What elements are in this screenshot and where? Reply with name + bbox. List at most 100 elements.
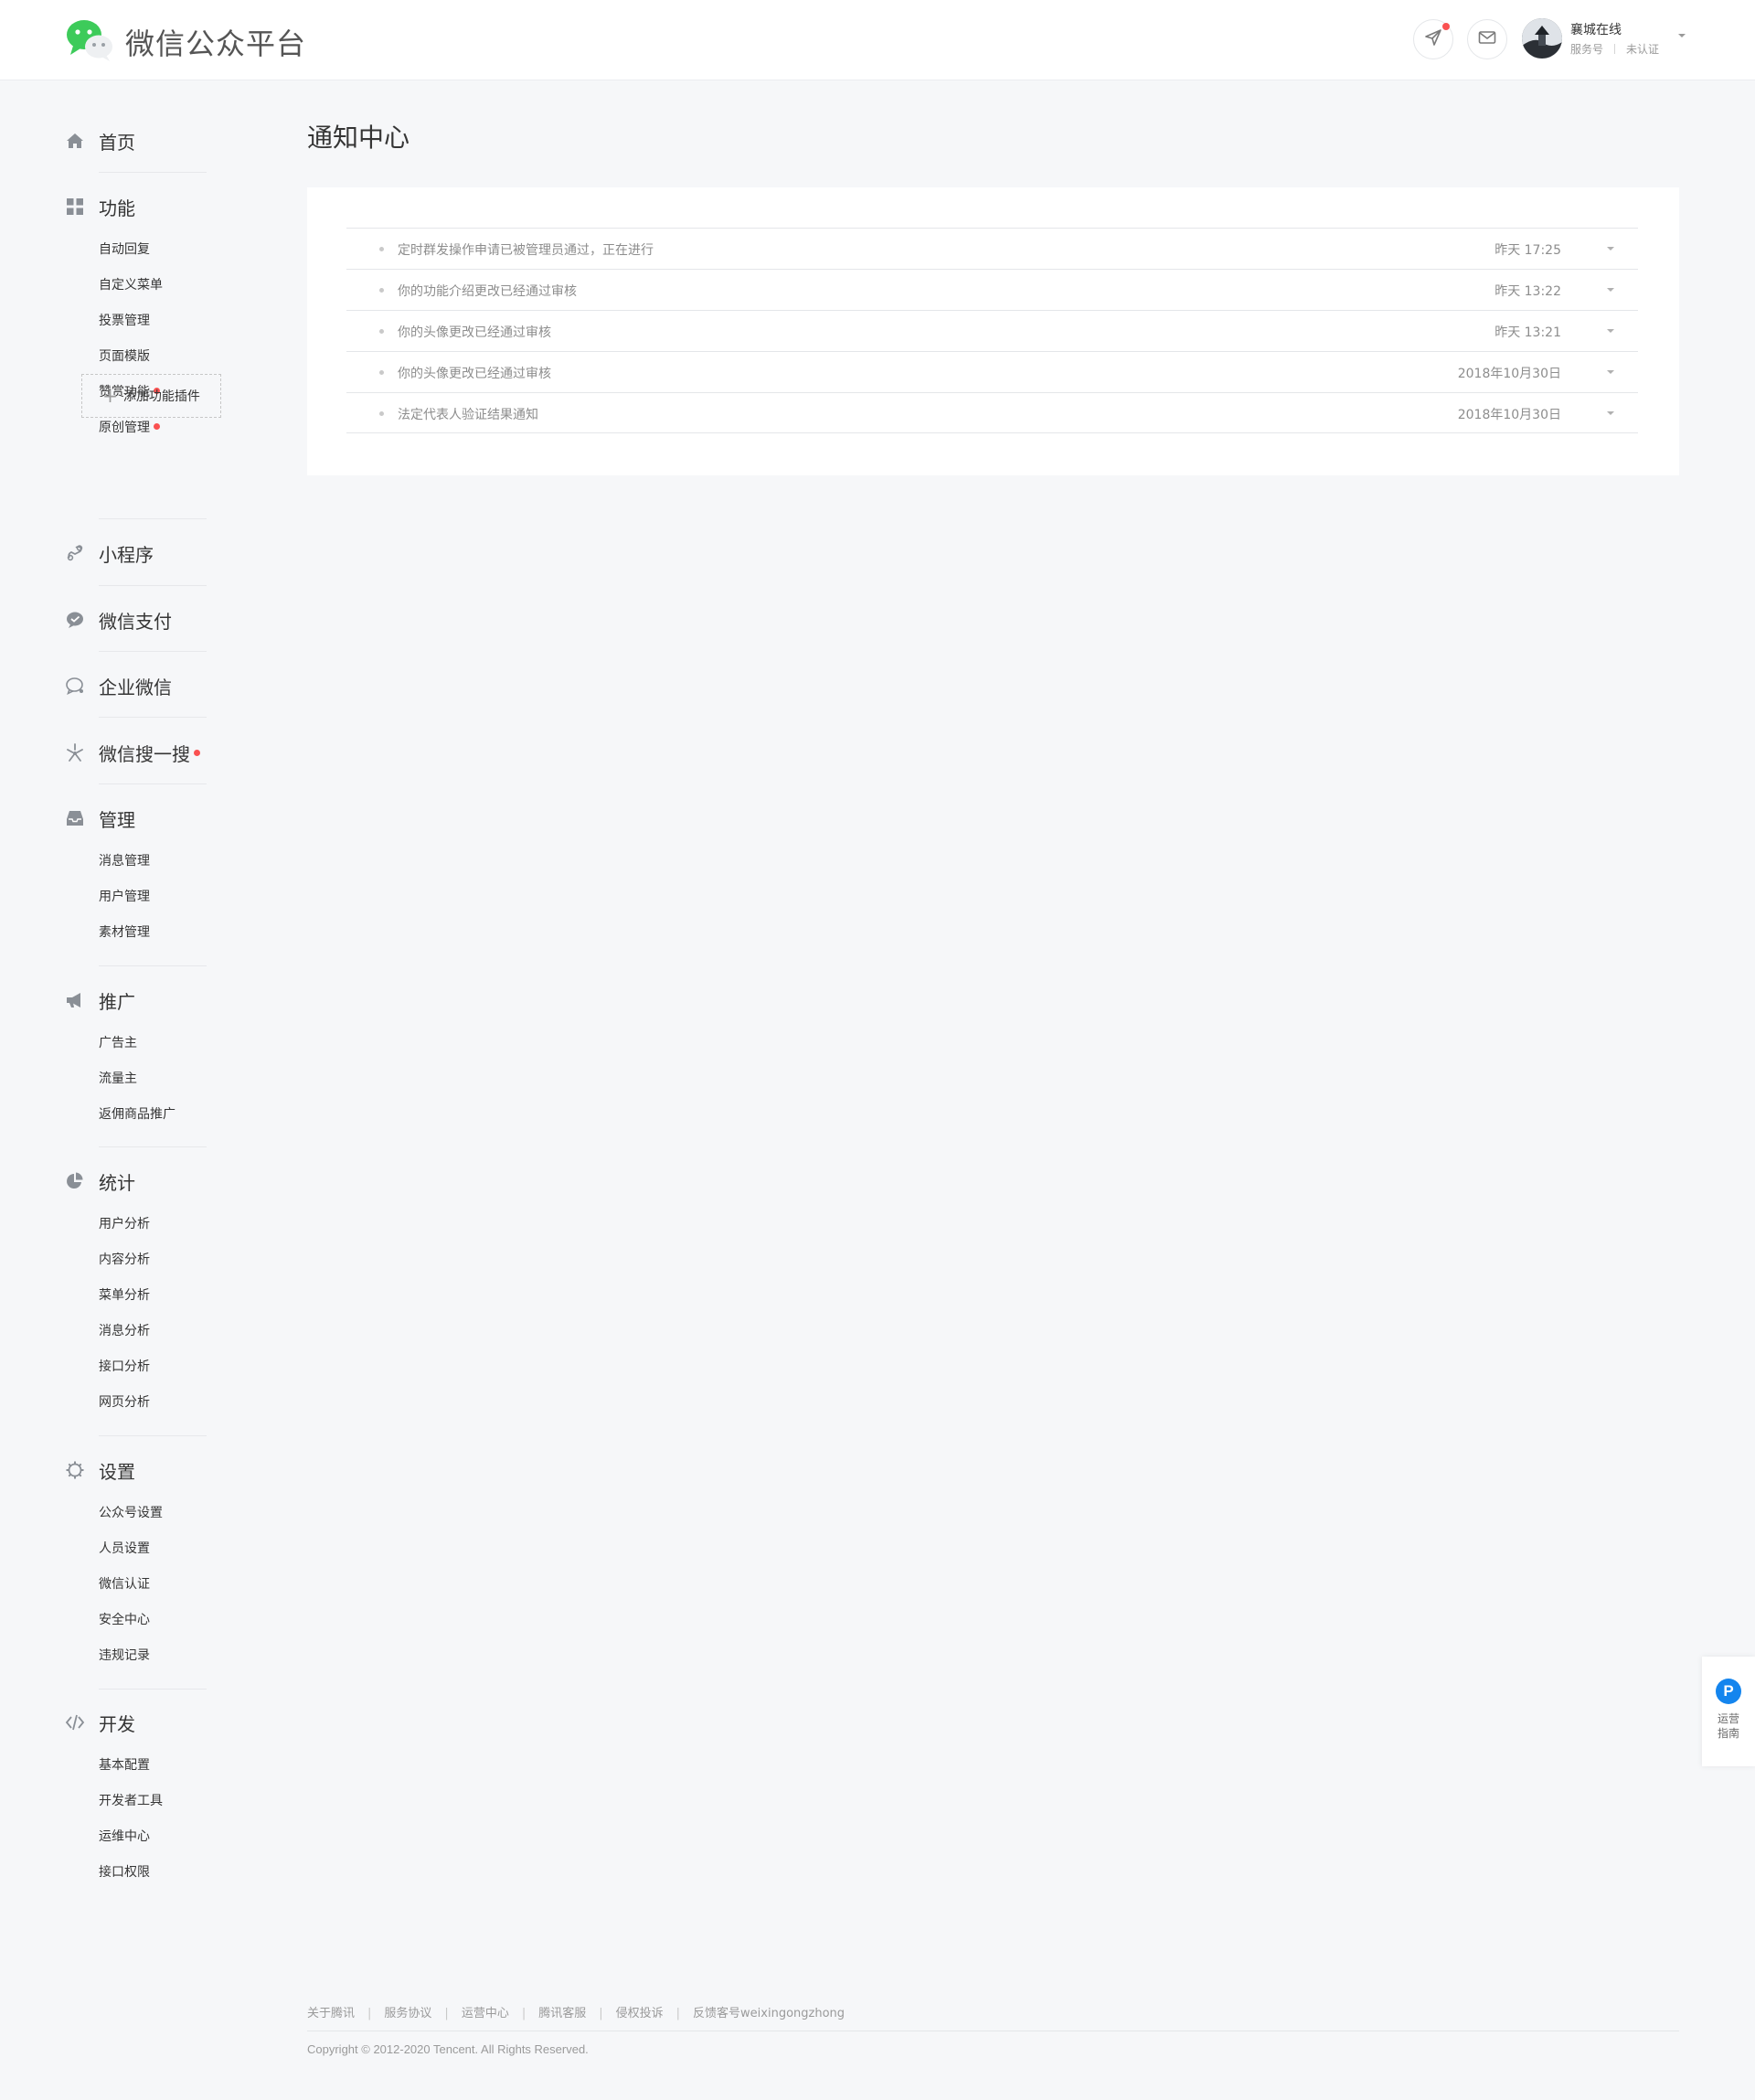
sidebar-item-label: 原创管理 xyxy=(99,421,150,435)
notification-panel: 定时群发操作申请已被管理员通过，正在进行 昨天 17:25 你的功能介绍更改已经… xyxy=(307,187,1679,475)
sidebar-item-wechat-verify[interactable]: 微信认证 xyxy=(99,1575,150,1594)
guide-p-icon: P xyxy=(1716,1679,1741,1704)
notification-text: 法定代表人验证结果通知 xyxy=(398,408,538,422)
chevron-down-icon[interactable] xyxy=(1607,329,1614,333)
chevron-down-icon[interactable] xyxy=(1607,370,1614,374)
gear-icon xyxy=(64,1459,86,1481)
nav-label: 管理 xyxy=(99,808,135,831)
nav-label: 功能 xyxy=(99,197,135,219)
nav-search[interactable]: 微信搜一搜 xyxy=(64,739,200,766)
add-plugin-button[interactable]: + 添加功能插件 xyxy=(81,374,221,418)
sidebar-item-material-manage[interactable]: 素材管理 xyxy=(99,923,150,942)
account-verify-status: 未认证 xyxy=(1626,43,1660,56)
footer-link-ops-center[interactable]: 运营中心 xyxy=(462,2007,509,2020)
chevron-down-icon[interactable] xyxy=(1607,247,1614,251)
divider xyxy=(99,1689,207,1690)
notification-text: 你的头像更改已经通过审核 xyxy=(398,325,551,340)
divider xyxy=(99,651,207,652)
account-name[interactable]: 襄城在线 xyxy=(1570,20,1622,38)
footer-link-feedback[interactable]: 反馈客号weixingongzhong xyxy=(693,2007,845,2020)
nav-manage[interactable]: 管理 xyxy=(64,805,135,832)
sidebar-item-api-permissions[interactable]: 接口权限 xyxy=(99,1863,150,1881)
mail-button[interactable] xyxy=(1467,19,1507,59)
sidebar-item-account-settings[interactable]: 公众号设置 xyxy=(99,1504,163,1522)
footer-link-customer-service[interactable]: 腾讯客服 xyxy=(538,2007,586,2020)
sidebar-item-commission-promote[interactable]: 返佣商品推广 xyxy=(99,1105,176,1124)
sidebar-item-custom-menu[interactable]: 自定义菜单 xyxy=(99,276,163,294)
brand-title[interactable]: 微信公众平台 xyxy=(125,21,306,63)
footer-link-infringement[interactable]: 侵权投诉 xyxy=(616,2007,664,2020)
nav-label: 小程序 xyxy=(99,543,154,566)
sidebar-item-basic-config[interactable]: 基本配置 xyxy=(99,1756,150,1775)
footer-link-about[interactable]: 关于腾讯 xyxy=(307,2007,355,2020)
nav-wxpay[interactable]: 微信支付 xyxy=(64,606,172,634)
sidebar-item-menu-analysis[interactable]: 菜单分析 xyxy=(99,1286,150,1305)
operation-guide-button[interactable]: P 运营指南 xyxy=(1702,1657,1755,1766)
nav-miniprogram[interactable]: 小程序 xyxy=(64,539,154,567)
account-type: 服务号 xyxy=(1570,43,1604,56)
divider xyxy=(99,172,207,173)
list-item[interactable]: 法定代表人验证结果通知 2018年10月30日 xyxy=(346,392,1638,433)
plus-icon: + xyxy=(102,385,118,407)
nav-function[interactable]: 功能 xyxy=(64,193,135,220)
avatar[interactable] xyxy=(1522,18,1562,59)
list-item[interactable]: 你的头像更改已经通过审核 昨天 13:21 xyxy=(346,310,1638,351)
page-title: 通知中心 xyxy=(307,123,410,153)
sidebar-item-page-template[interactable]: 页面模版 xyxy=(99,347,150,366)
sidebar-item-dev-tools[interactable]: 开发者工具 xyxy=(99,1792,163,1810)
sidebar-item-web-analysis[interactable]: 网页分析 xyxy=(99,1393,150,1412)
bullet-icon xyxy=(379,247,384,251)
sidebar-item-staff-settings[interactable]: 人员设置 xyxy=(99,1540,150,1558)
chevron-down-icon[interactable] xyxy=(1607,411,1614,415)
sidebar-item-user-analysis[interactable]: 用户分析 xyxy=(99,1215,150,1233)
sparkle-icon xyxy=(64,741,86,763)
miniprogram-icon xyxy=(64,542,86,564)
sidebar-item-original[interactable]: 原创管理 xyxy=(99,419,160,437)
divider: | xyxy=(367,2007,372,2020)
notification-time: 2018年10月30日 xyxy=(1457,367,1561,381)
list-item[interactable]: 你的功能介绍更改已经通过审核 昨天 13:22 xyxy=(346,269,1638,310)
nav-stats[interactable]: 统计 xyxy=(64,1167,135,1195)
sidebar-item-message-manage[interactable]: 消息管理 xyxy=(99,852,150,870)
list-item[interactable]: 定时群发操作申请已被管理员通过，正在进行 昨天 17:25 xyxy=(346,228,1638,269)
nav-promote[interactable]: 推广 xyxy=(64,986,135,1014)
sidebar-item-message-analysis[interactable]: 消息分析 xyxy=(99,1322,150,1340)
nav-label: 企业微信 xyxy=(99,676,172,698)
sidebar-item-violation-records[interactable]: 违规记录 xyxy=(99,1647,150,1665)
new-badge-dot xyxy=(194,749,200,756)
notification-text: 你的功能介绍更改已经通过审核 xyxy=(398,284,577,299)
chevron-down-icon[interactable] xyxy=(1678,34,1686,37)
sidebar-item-user-manage[interactable]: 用户管理 xyxy=(99,888,150,906)
notification-time: 昨天 13:21 xyxy=(1494,325,1561,340)
list-item[interactable]: 你的头像更改已经通过审核 2018年10月30日 xyxy=(346,351,1638,392)
footer-link-service-agreement[interactable]: 服务协议 xyxy=(384,2007,431,2020)
divider xyxy=(1614,44,1616,54)
sidebar-item-vote[interactable]: 投票管理 xyxy=(99,312,150,330)
bullet-icon xyxy=(379,411,384,416)
sidebar-item-api-analysis[interactable]: 接口分析 xyxy=(99,1358,150,1376)
guide-label: 运营指南 xyxy=(1717,1712,1739,1740)
nav-work-wechat[interactable]: 企业微信 xyxy=(64,672,172,699)
divider xyxy=(99,965,207,966)
nav-label: 开发 xyxy=(99,1712,135,1735)
wechat-logo-icon[interactable] xyxy=(64,16,115,62)
inbox-icon xyxy=(64,807,86,829)
sidebar-item-traffic-owner[interactable]: 流量主 xyxy=(99,1070,137,1088)
nav-home[interactable]: 首页 xyxy=(64,127,135,155)
chevron-down-icon[interactable] xyxy=(1607,288,1614,292)
nav-settings[interactable]: 设置 xyxy=(64,1456,135,1484)
bullet-icon xyxy=(379,370,384,375)
sidebar-item-advertiser[interactable]: 广告主 xyxy=(99,1034,137,1052)
sidebar-item-content-analysis[interactable]: 内容分析 xyxy=(99,1251,150,1269)
notification-time: 昨天 13:22 xyxy=(1494,284,1561,299)
sidebar-item-auto-reply[interactable]: 自动回复 xyxy=(99,240,150,259)
divider xyxy=(99,585,207,586)
notification-list: 定时群发操作申请已被管理员通过，正在进行 昨天 17:25 你的功能介绍更改已经… xyxy=(346,228,1638,433)
sidebar-item-security-center[interactable]: 安全中心 xyxy=(99,1611,150,1629)
divider: | xyxy=(444,2007,449,2020)
notification-button[interactable] xyxy=(1413,19,1453,59)
sidebar-item-ops-center[interactable]: 运维中心 xyxy=(99,1828,150,1846)
divider xyxy=(99,518,207,519)
nav-dev[interactable]: 开发 xyxy=(64,1709,135,1736)
nav-label: 设置 xyxy=(99,1460,135,1483)
